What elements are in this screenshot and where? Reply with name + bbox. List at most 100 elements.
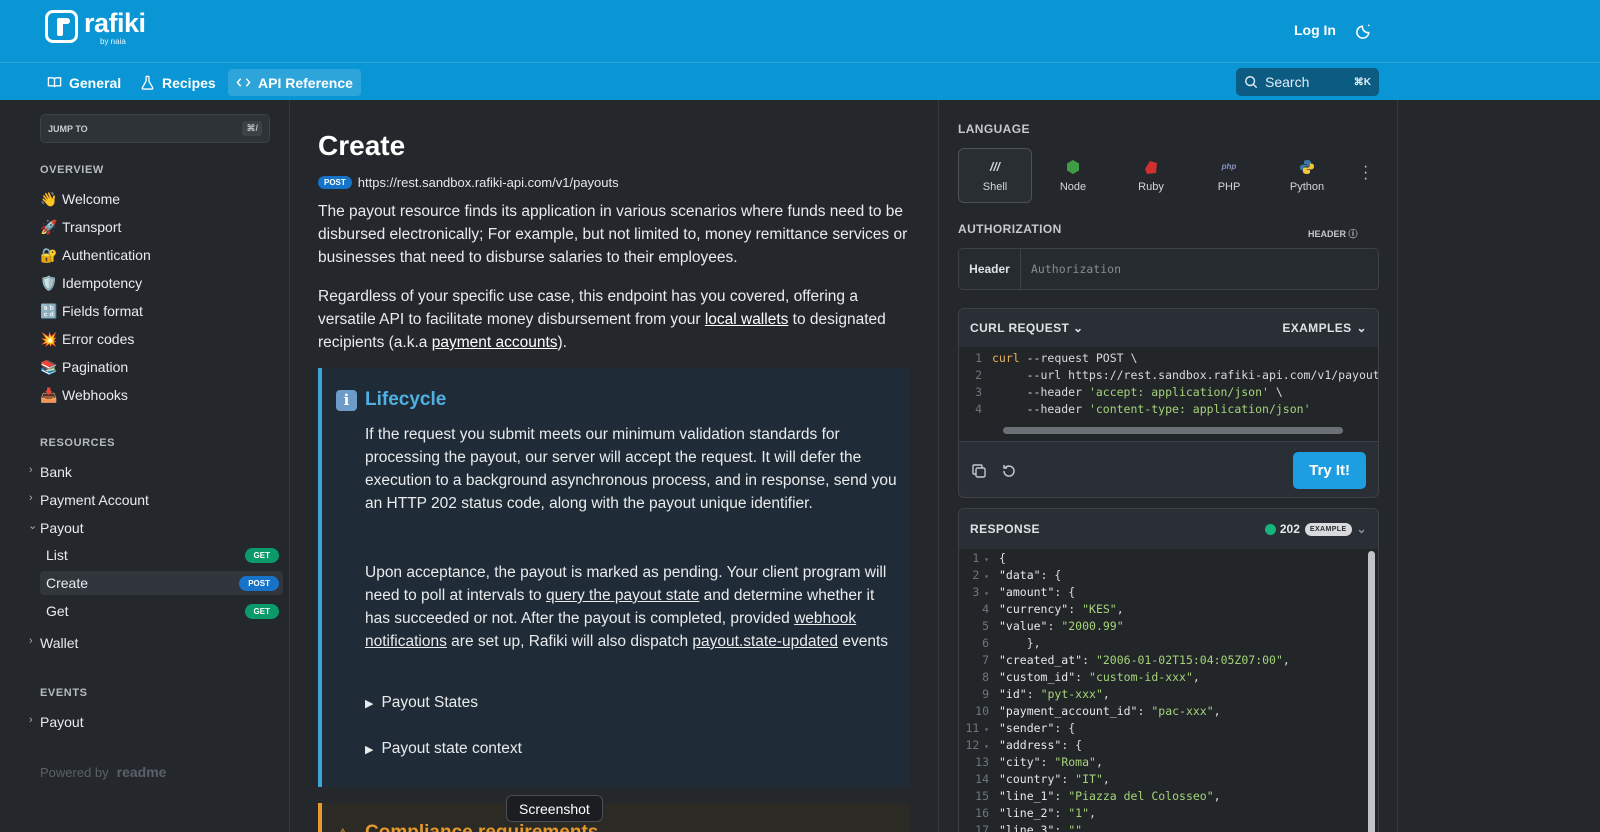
query-payout-state-link[interactable]: query the payout state	[546, 587, 699, 604]
sidebar-item-events-payout[interactable]: Payout	[40, 712, 84, 732]
screenshot-tooltip: Screenshot	[506, 795, 603, 822]
triangle-right-icon: ▶	[365, 743, 374, 756]
chevron-down-icon: ⌄	[1356, 522, 1367, 536]
payout-state-updated-link[interactable]: payout.state-updated	[692, 633, 838, 650]
sidebar-item-payout[interactable]: Payout	[40, 518, 84, 538]
code-line: 3 ▾ "amount": {	[972, 585, 1076, 599]
code-line: 5 "value": "2000.99"	[982, 619, 1124, 633]
language-node[interactable]: Node	[1036, 148, 1110, 203]
tab-general[interactable]: General	[39, 69, 129, 96]
code-line: 9 "id": "pyt-xxx",	[982, 687, 1110, 701]
rafiki-logo[interactable]: rafiki by naia	[45, 10, 146, 46]
code-line: 12 ▾ "address": {	[965, 738, 1083, 752]
example-badge: EXAMPLE	[1304, 522, 1352, 536]
sidebar-item-wallet[interactable]: Wallet	[40, 633, 78, 653]
sidebar-item-payout-create[interactable]: Create POST	[40, 571, 283, 595]
payout-states-toggle[interactable]: ▶ Payout States	[365, 694, 478, 712]
curl-request-dropdown[interactable]: CURL REQUEST ⌄	[970, 321, 1083, 335]
wave-icon: 👋	[40, 190, 58, 207]
language-shell[interactable]: /// Shell	[958, 148, 1032, 203]
sidebar-item-authentication[interactable]: 🔐 Authentication	[40, 245, 151, 265]
moon-icon[interactable]	[1356, 22, 1373, 39]
tab-recipes[interactable]: Recipes	[132, 69, 224, 96]
sidebar-item-label: Idempotency	[62, 275, 143, 291]
language-ruby[interactable]: Ruby	[1114, 148, 1188, 203]
resources-heading: RESOURCES	[40, 437, 116, 449]
language-heading: LANGUAGE	[958, 122, 1030, 136]
info-icon: i	[336, 389, 357, 411]
payout-state-context-toggle[interactable]: ▶ Payout state context	[365, 740, 522, 758]
ruby-icon	[1143, 159, 1159, 175]
sidebar-item-label: Error codes	[62, 331, 135, 347]
payment-accounts-link[interactable]: payment accounts	[432, 334, 558, 351]
jump-to-shortcut: ⌘/	[242, 121, 262, 136]
try-it-button[interactable]: Try It!	[1293, 452, 1366, 489]
tab-api-reference[interactable]: API Reference	[228, 69, 361, 96]
header-info-toggle[interactable]: HEADER ⓘ	[1308, 227, 1358, 240]
vertical-scrollbar[interactable]	[1368, 551, 1375, 832]
sidebar-item-fields-format[interactable]: 🔡 Fields format	[40, 301, 143, 321]
curl-code-block[interactable]: 1 curl --request POST \ 2 --url https://r…	[959, 347, 1378, 441]
sidebar-item-welcome[interactable]: 👋 Welcome	[40, 189, 120, 209]
code-line: 10 "payment_account_id": "pac-xxx",	[975, 704, 1221, 718]
sidebar-item-bank[interactable]: Bank	[40, 462, 72, 482]
top-header: rafiki by naia Log In	[0, 0, 1600, 62]
sidebar-item-payout-list[interactable]: List GET	[40, 543, 283, 567]
code-line: 14 "country": "IT",	[975, 772, 1110, 786]
events-heading: EVENTS	[40, 687, 88, 699]
tab-recipes-label: Recipes	[162, 74, 216, 91]
search-icon	[1245, 76, 1258, 89]
text: ).	[557, 334, 567, 351]
login-link[interactable]: Log In	[1294, 22, 1336, 38]
sidebar-item-label: Fields format	[62, 303, 143, 319]
php-icon: php	[1221, 162, 1237, 171]
nav-bar: General Recipes API Reference Search ⌘K	[0, 62, 1600, 100]
sidebar-item-webhooks[interactable]: 📥 Webhooks	[40, 385, 128, 405]
language-python[interactable]: Python	[1270, 148, 1344, 203]
python-icon	[1299, 159, 1315, 175]
search-button[interactable]: Search ⌘K	[1236, 68, 1379, 96]
method-badge-post: POST	[318, 176, 352, 189]
status-code: 202	[1279, 522, 1300, 536]
code-line: 2 ▾ "data": {	[972, 568, 1062, 582]
shield-icon: 🛡️	[40, 274, 58, 291]
auth-header-key: Header	[959, 249, 1021, 289]
response-status-dropdown[interactable]: 202 EXAMPLE ⌄	[1264, 522, 1367, 536]
sidebar-item-label: Create	[46, 575, 89, 591]
sidebar-item-payout-get[interactable]: Get GET	[40, 599, 283, 623]
reset-icon[interactable]	[1001, 463, 1017, 479]
brand-name: rafiki	[84, 8, 146, 38]
copy-icon[interactable]	[971, 463, 987, 479]
sidebar-item-idempotency[interactable]: 🛡️ Idempotency	[40, 273, 142, 293]
chevron-down-icon: ⌄	[1356, 321, 1367, 335]
sidebar-item-transport[interactable]: 🚀 Transport	[40, 217, 121, 237]
sidebar-item-error-codes[interactable]: 💥 Error codes	[40, 329, 134, 349]
code-line: 7 "created_at": "2006-01-02T15:04:05Z07:…	[982, 653, 1290, 667]
jump-to-label: JUMP TO	[48, 123, 88, 134]
sidebar-item-label: Authentication	[62, 247, 151, 263]
language-php[interactable]: php PHP	[1192, 148, 1266, 203]
info-circle-icon: ⓘ	[1348, 229, 1358, 239]
code-line: 8 "custom_id": "custom-id-xxx",	[982, 670, 1200, 684]
sidebar: JUMP TO ⌘/ OVERVIEW 👋 Welcome 🚀 Transport …	[0, 100, 290, 832]
api-panel: LANGUAGE /// Shell Node Ruby php PHP Pytho…	[938, 100, 1398, 832]
sidebar-item-label: Wallet	[40, 635, 79, 651]
local-wallets-link[interactable]: local wallets	[705, 311, 789, 328]
brand-by: by naia	[100, 37, 126, 46]
node-icon	[1066, 159, 1080, 175]
lifecycle-callout: i Lifecycle If the request you submit me…	[318, 368, 910, 787]
text: are set up, Rafiki will also dispatch	[446, 633, 693, 650]
sidebar-item-payment-account[interactable]: Payment Account	[40, 490, 149, 510]
jump-to-input[interactable]: JUMP TO ⌘/	[40, 114, 270, 143]
response-heading: RESPONSE	[970, 522, 1040, 536]
authorization-input[interactable]: Authorization	[1021, 249, 1378, 289]
horizontal-scrollbar[interactable]	[1003, 427, 1343, 434]
powered-by-readme[interactable]: Powered by readme	[40, 764, 166, 780]
intro-paragraph: The payout resource finds its applicatio…	[318, 203, 908, 266]
overview-heading: OVERVIEW	[40, 164, 104, 176]
sidebar-item-label: Webhooks	[62, 387, 128, 403]
more-languages-icon[interactable]: · · ·	[1363, 159, 1368, 187]
response-code-block[interactable]: 1 ▾{ 2 ▾ "data": { 3 ▾ "amount": { 4 "cu…	[959, 549, 1378, 832]
sidebar-item-pagination[interactable]: 📚 Pagination	[40, 357, 128, 377]
examples-dropdown[interactable]: EXAMPLES ⌄	[1282, 321, 1367, 335]
